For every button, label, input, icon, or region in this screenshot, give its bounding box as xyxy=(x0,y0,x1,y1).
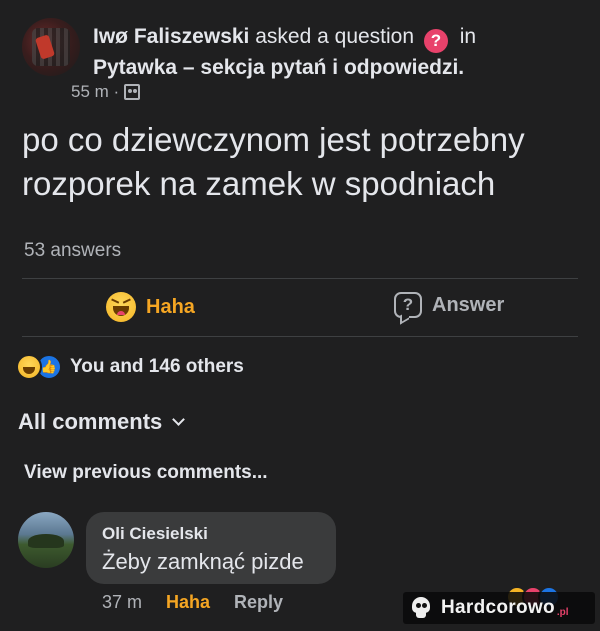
action-bar: Haha ? Answer xyxy=(22,280,578,336)
question-badge-icon: ? xyxy=(423,29,448,53)
comment-haha-button[interactable]: Haha xyxy=(166,592,210,613)
answers-count[interactable]: 53 answers xyxy=(24,240,121,262)
post-meta: 55 m · xyxy=(71,82,141,102)
haha-button[interactable]: Haha xyxy=(106,292,195,322)
author-avatar[interactable] xyxy=(22,18,80,76)
answer-label: Answer xyxy=(432,293,505,316)
divider xyxy=(22,278,578,279)
author-name[interactable]: Iwø Faliszewski xyxy=(93,25,249,48)
comments-filter-label: All comments xyxy=(18,409,163,434)
comment-text: Żeby zamknąć pizde xyxy=(102,549,304,574)
answer-button[interactable]: ? Answer xyxy=(394,292,504,318)
comment-time[interactable]: 37 m xyxy=(102,592,142,613)
watermark: Hardcorowo .pl xyxy=(403,592,595,624)
watermark-text: Hardcorowo xyxy=(441,597,555,618)
skull-logo-icon xyxy=(409,596,433,620)
commenter-avatar[interactable] xyxy=(18,512,74,568)
post-header-text: Iwø Faliszewski asked a question ? in Py… xyxy=(93,22,593,82)
divider xyxy=(22,336,578,337)
answer-bubble-icon: ? xyxy=(394,292,422,318)
group-name[interactable]: Pytawka – sekcja pytań i odpowiedzi. xyxy=(93,56,464,79)
view-previous-comments-link[interactable]: View previous comments... xyxy=(24,462,268,484)
post-time[interactable]: 55 m · xyxy=(71,82,119,102)
haha-emoji-icon xyxy=(106,292,136,322)
reactions-count: You and 146 others xyxy=(70,356,244,377)
comment-reply-button[interactable]: Reply xyxy=(234,592,283,613)
comments-filter-dropdown[interactable]: All comments xyxy=(18,409,186,435)
watermark-suffix: .pl xyxy=(556,606,569,618)
group-privacy-icon xyxy=(124,84,141,100)
in-text: in xyxy=(459,25,477,48)
question-text: po co dziewczynom jest potrzebny rozpore… xyxy=(22,121,525,202)
commenter-name[interactable]: Oli Ciesielski xyxy=(102,524,208,544)
haha-reaction-icon xyxy=(16,354,42,380)
comment-bubble: Oli Ciesielski Żeby zamknąć pizde xyxy=(86,512,336,584)
comment-actions: 37 m Haha Reply xyxy=(102,592,283,613)
haha-label: Haha xyxy=(146,295,195,318)
chevron-down-icon xyxy=(172,412,186,426)
reactions-summary[interactable]: 👍 You and 146 others xyxy=(16,354,244,380)
action-text: asked a question xyxy=(255,25,415,48)
